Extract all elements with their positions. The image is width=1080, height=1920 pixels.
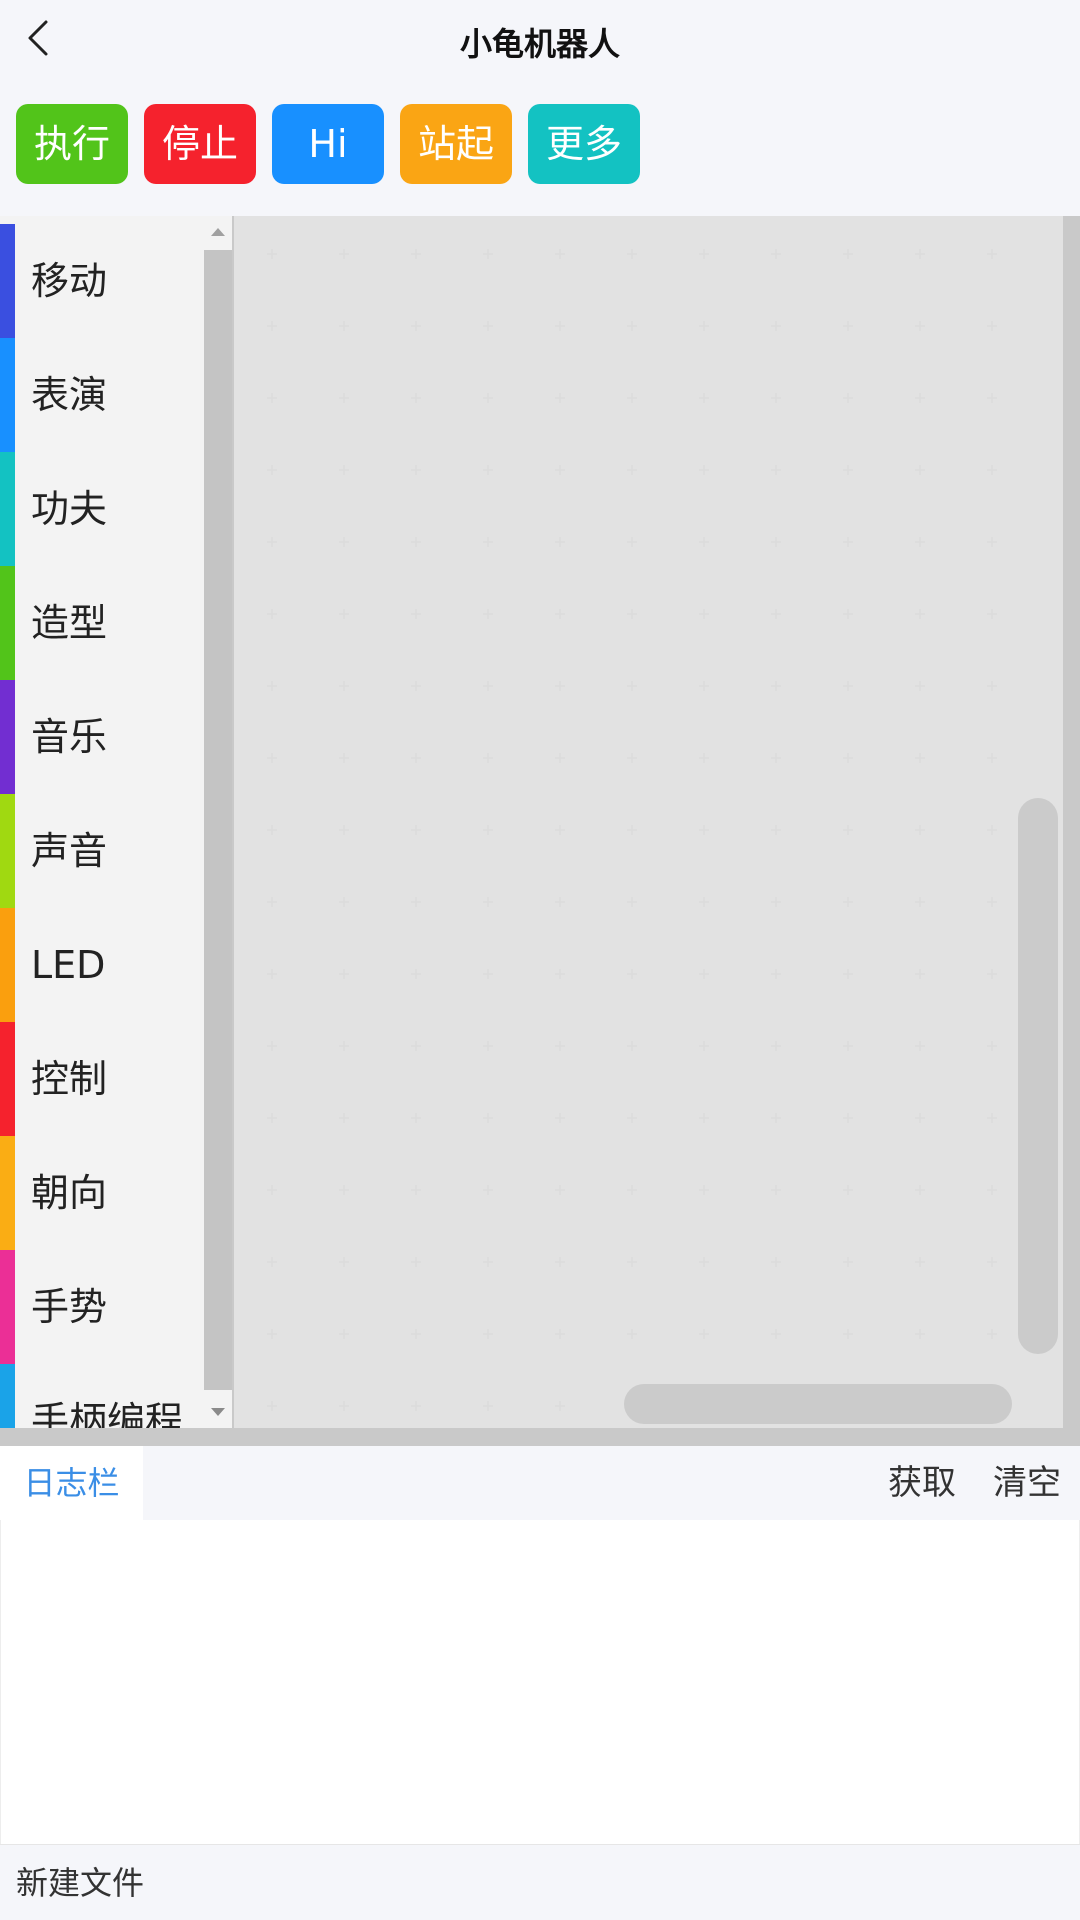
log-output-area[interactable]: [0, 1520, 1080, 1844]
category-perform[interactable]: 表演: [0, 338, 204, 452]
category-color-stripe: [0, 566, 15, 680]
category-label: 手柄编程: [31, 1399, 184, 1428]
category-control[interactable]: 控制: [0, 1022, 204, 1136]
block-toolbox: 移动 表演 功夫 造型 音乐 声音 LED 控制 朝向 手势 手柄编程: [0, 216, 204, 1428]
header-bar: 小龟机器人: [0, 0, 1080, 88]
canvas-vertical-scrollbar[interactable]: [1018, 798, 1058, 1354]
more-button[interactable]: 更多: [528, 104, 640, 184]
category-color-stripe: [0, 1364, 15, 1428]
category-gamepad-programming[interactable]: 手柄编程: [0, 1364, 204, 1428]
new-file-button[interactable]: 新建文件: [16, 1861, 144, 1905]
category-color-stripe: [0, 1250, 15, 1364]
category-color-stripe: [0, 1022, 15, 1136]
category-label: 造型: [31, 601, 108, 645]
scroll-up-arrow-icon[interactable]: [211, 228, 225, 236]
category-color-stripe: [0, 908, 15, 1022]
scroll-down-arrow-icon[interactable]: [211, 1408, 225, 1416]
category-label: 音乐: [31, 715, 108, 759]
category-color-stripe: [0, 452, 15, 566]
hi-button[interactable]: Hi: [272, 104, 384, 184]
category-color-stripe: [0, 1136, 15, 1250]
app-screen: 小龟机器人 执行 停止 Hi 站起 更多 移动 表演 功夫 造型 音乐 声音 L…: [0, 0, 1080, 1920]
category-color-stripe: [0, 224, 15, 338]
toolbox-scroll-thumb[interactable]: [204, 250, 232, 1390]
category-pose[interactable]: 造型: [0, 566, 204, 680]
category-label: 移动: [31, 259, 108, 303]
footer-bar: 新建文件: [0, 1844, 1080, 1920]
category-label: 功夫: [31, 487, 108, 531]
category-color-stripe: [0, 680, 15, 794]
page-title: 小龟机器人: [459, 25, 620, 63]
stop-button[interactable]: 停止: [144, 104, 256, 184]
category-label: 声音: [31, 829, 108, 873]
block-workspace: 移动 表演 功夫 造型 音乐 声音 LED 控制 朝向 手势 手柄编程: [0, 216, 1080, 1446]
category-music[interactable]: 音乐: [0, 680, 204, 794]
category-gesture[interactable]: 手势: [0, 1250, 204, 1364]
log-tab-bar: 日志栏 获取 清空: [0, 1446, 1080, 1520]
clear-log-button[interactable]: 清空: [993, 1446, 1061, 1520]
category-label: 手势: [31, 1285, 108, 1329]
workspace-canvas[interactable]: [234, 216, 1063, 1428]
tab-log[interactable]: 日志栏: [0, 1446, 143, 1520]
category-label: 表演: [31, 373, 108, 417]
category-color-stripe: [0, 338, 15, 452]
category-color-stripe: [0, 794, 15, 908]
category-led[interactable]: LED: [0, 908, 204, 1022]
get-log-button[interactable]: 获取: [888, 1446, 956, 1520]
execute-button[interactable]: 执行: [16, 104, 128, 184]
grid-pattern: [267, 249, 997, 1411]
category-direction[interactable]: 朝向: [0, 1136, 204, 1250]
category-sound[interactable]: 声音: [0, 794, 204, 908]
toolbox-scrollbar[interactable]: [204, 216, 232, 1428]
category-kungfu[interactable]: 功夫: [0, 452, 204, 566]
category-label: LED: [31, 943, 106, 987]
category-label: 控制: [31, 1057, 108, 1101]
category-move[interactable]: 移动: [0, 224, 204, 338]
category-label: 朝向: [31, 1171, 108, 1215]
stand-up-button[interactable]: 站起: [400, 104, 512, 184]
canvas-horizontal-scrollbar[interactable]: [624, 1384, 1012, 1424]
